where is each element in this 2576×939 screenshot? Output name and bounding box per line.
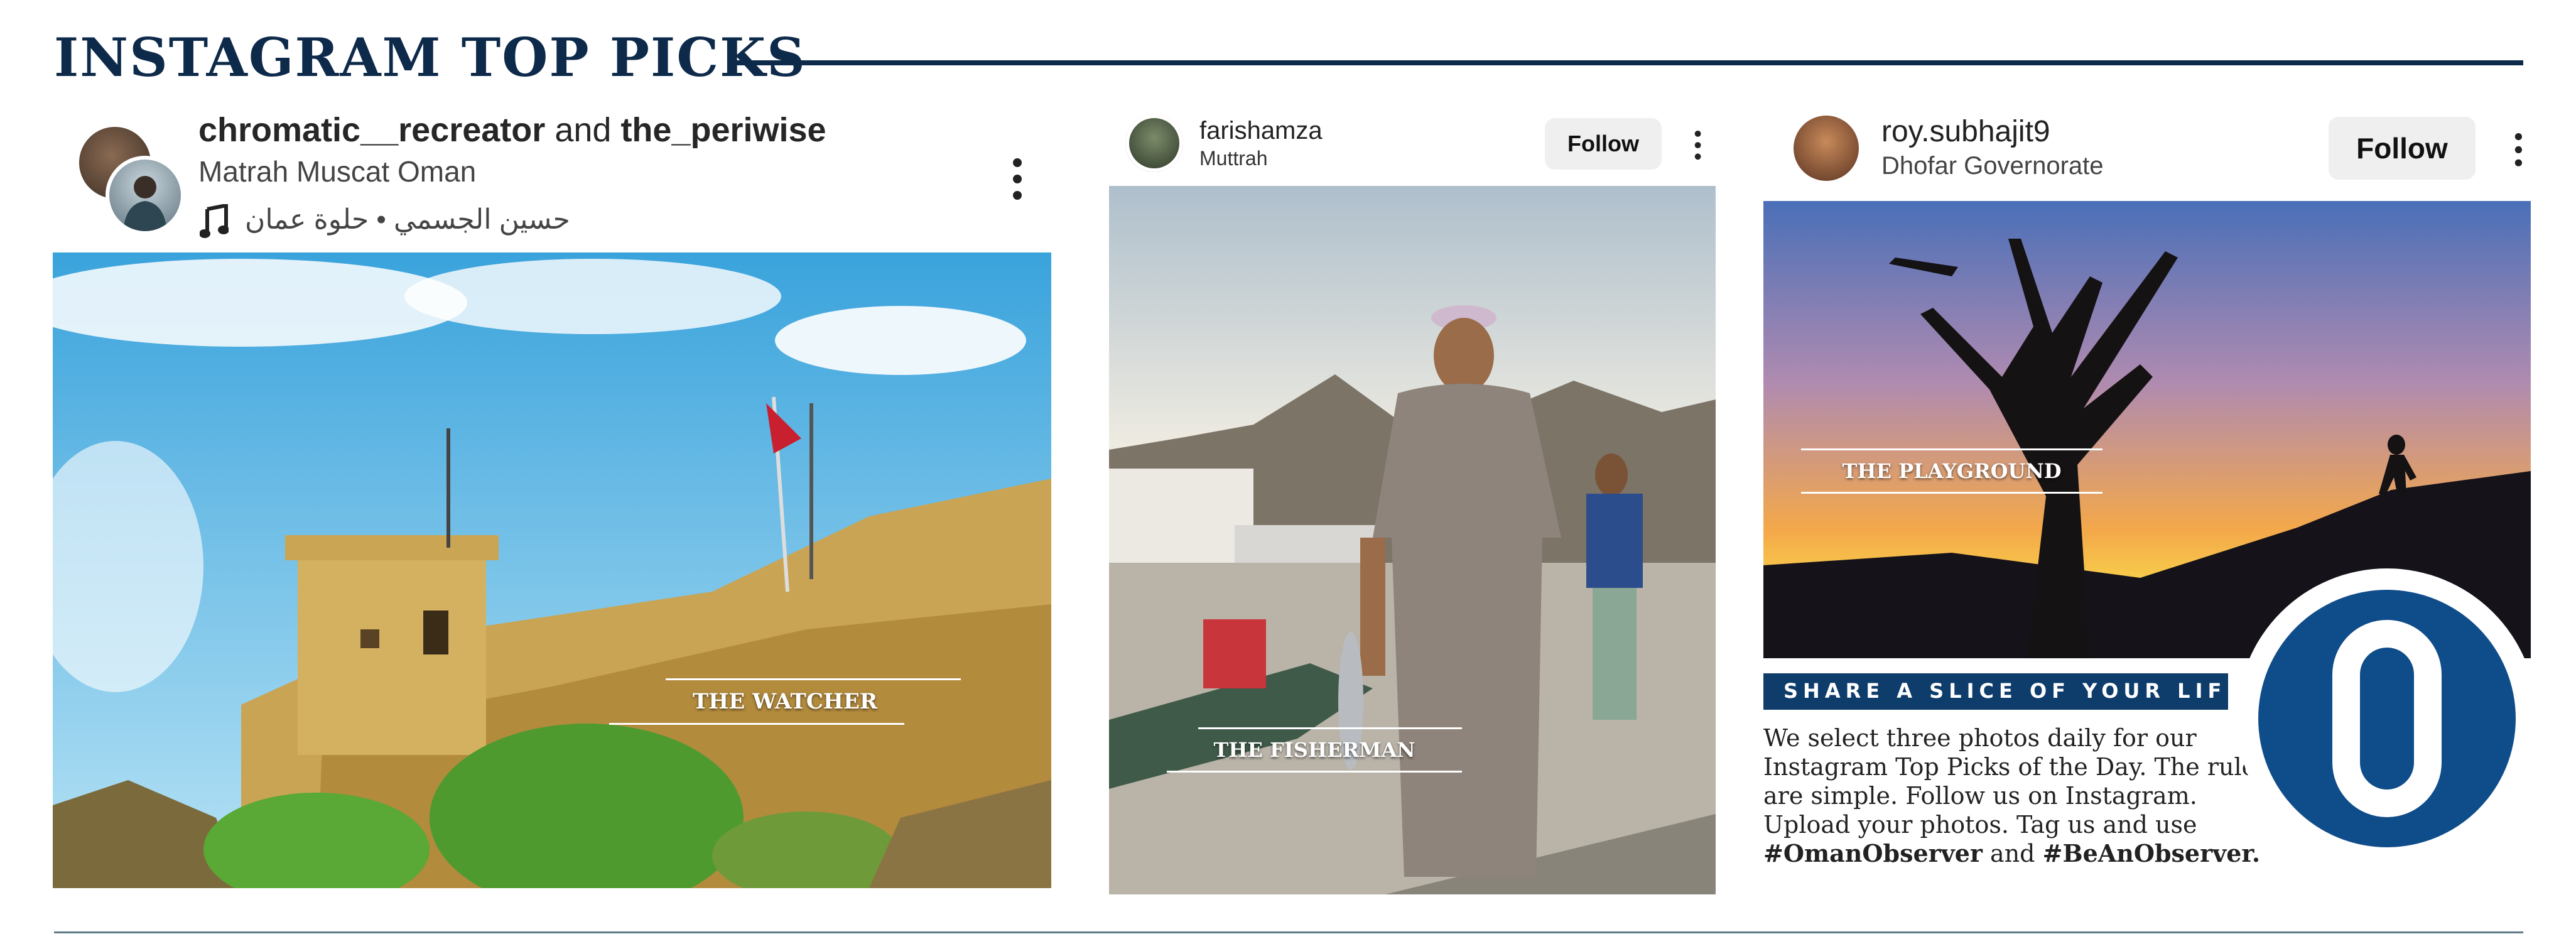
avatar-roy-subhajit9[interactable] [1794, 116, 1859, 181]
post3-location[interactable]: Dhofar Governorate [1881, 153, 2104, 178]
bottom-rule [54, 931, 2523, 933]
post2-username[interactable]: farishamza [1199, 118, 1323, 143]
more-options-button[interactable] [1012, 158, 1022, 207]
post1-music[interactable]: حسين الجسمي • حلوة عمان [245, 206, 571, 234]
promo-blurb: We select three photos daily for our Ins… [1763, 724, 2278, 868]
more-vertical-icon [2514, 133, 2522, 141]
avatar-farishamza[interactable] [1125, 114, 1183, 172]
promo-text: We select three photos daily for our Ins… [1763, 724, 2268, 839]
post3-more-button[interactable] [2514, 133, 2523, 172]
hashtag-oman-observer: #OmanObserver [1763, 839, 1983, 867]
title-rule [735, 60, 2523, 65]
username-b[interactable]: the_periwise [620, 111, 826, 149]
post2-photo[interactable] [1109, 186, 1716, 894]
post1-caption: THE WATCHER [609, 678, 961, 725]
more-vertical-icon [1013, 158, 1022, 167]
post1-location[interactable]: Matrah Muscat Oman [198, 157, 476, 186]
post2-location[interactable]: Muttrah [1199, 148, 1267, 168]
post1-usernames: chromatic__recreator and the_periwise [198, 113, 826, 147]
oman-observer-logo [2258, 590, 2516, 847]
post2-follow-button[interactable]: Follow [1545, 118, 1662, 170]
promo-and: and [1990, 840, 2035, 867]
post3-caption: THE PLAYGROUND [1801, 448, 2102, 494]
page-title: INSTAGRAM TOP PICKS [54, 26, 806, 89]
music-note-icon [199, 203, 229, 239]
post3-follow-button[interactable]: Follow [2329, 117, 2476, 180]
post2-caption: THE FISHERMAN [1167, 727, 1462, 773]
username-a[interactable]: chromatic__recreator [198, 111, 545, 149]
post2-more-button[interactable] [1694, 131, 1701, 165]
username-joiner: and [555, 111, 612, 149]
post1-photo[interactable] [53, 252, 1051, 888]
avatar-the-periwise[interactable] [106, 156, 185, 235]
hashtag-be-an-observer: #BeAnObserver. [2042, 839, 2261, 867]
more-vertical-icon [1694, 131, 1701, 137]
share-band-text: SHARE A SLICE OF YOUR LIFE [1783, 679, 2246, 703]
post3-username[interactable]: roy.subhajit9 [1881, 117, 2050, 147]
